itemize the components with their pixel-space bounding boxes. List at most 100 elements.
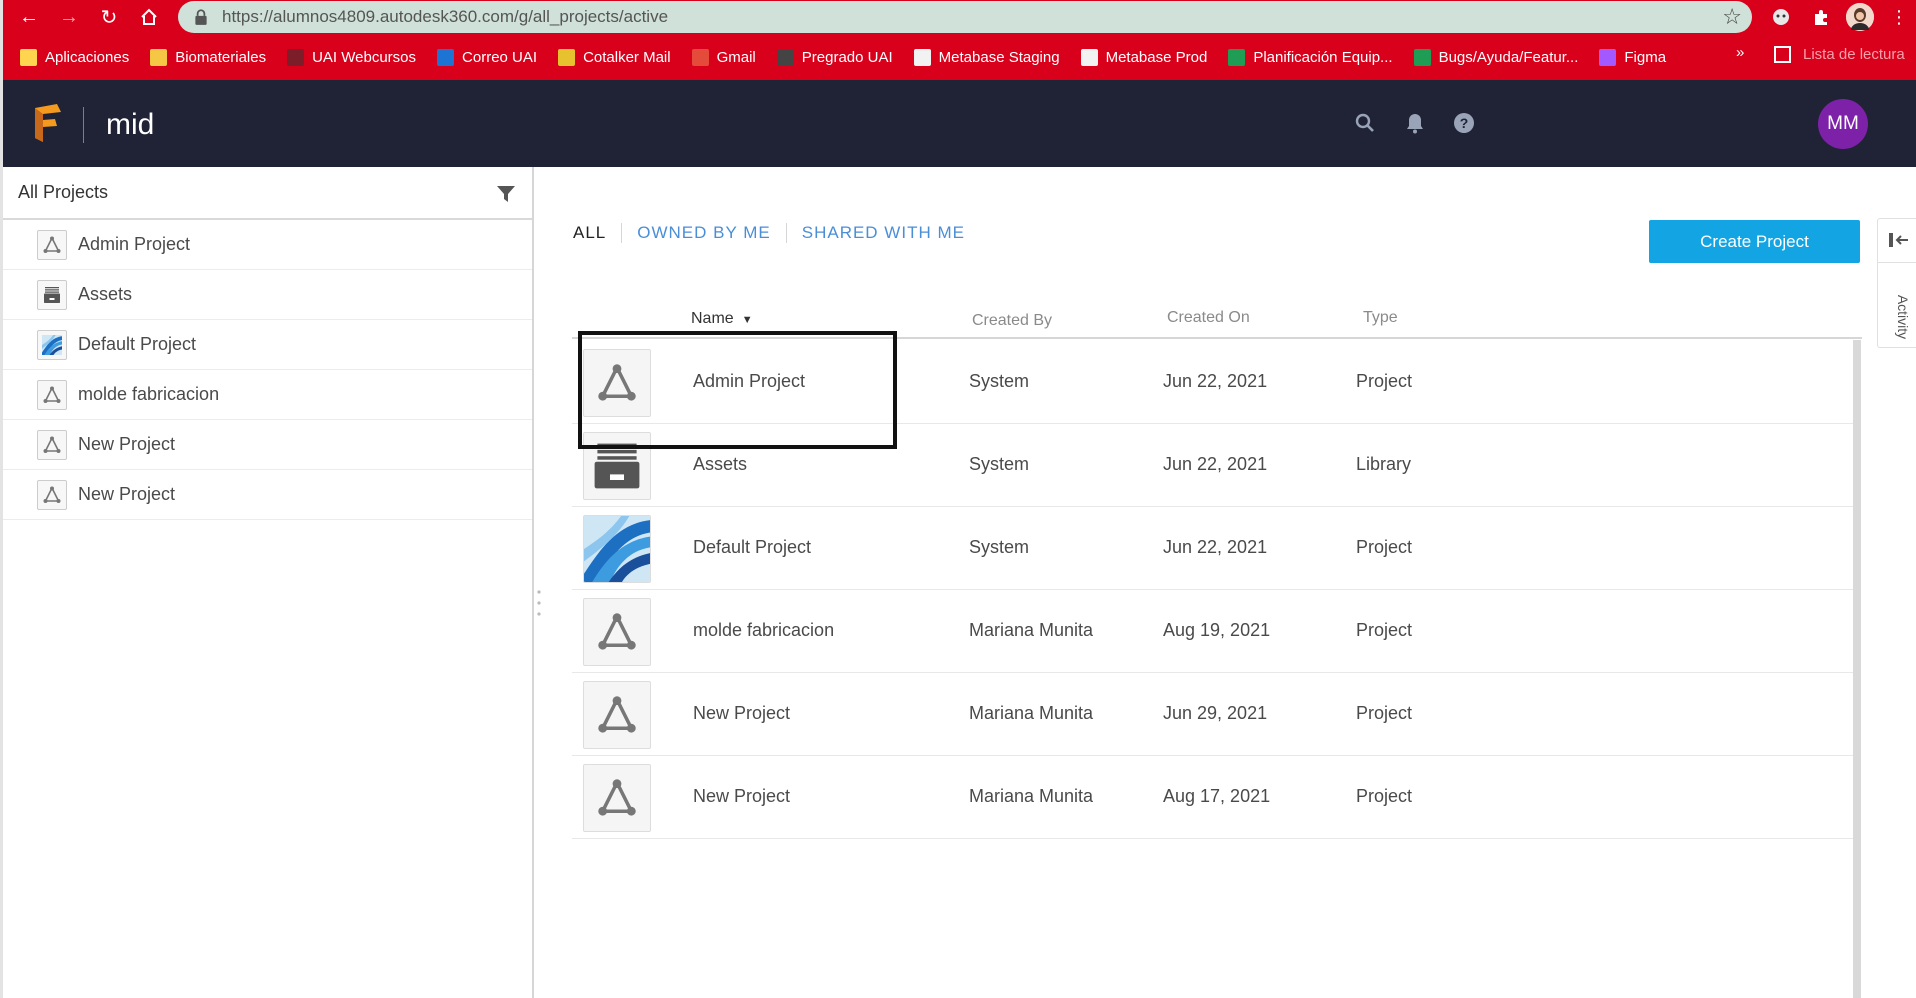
sidebar: All Projects Admin Project Assets Defaul… xyxy=(3,167,534,998)
project-thumbnail[interactable] xyxy=(583,681,651,749)
sidebar-project-thumbnail xyxy=(37,279,67,310)
vertical-scrollbar[interactable] xyxy=(1853,340,1861,998)
created-on-cell: Jun 22, 2021 xyxy=(1163,371,1268,391)
created-by-cell: Mariana Munita xyxy=(969,620,1094,640)
project-name[interactable]: molde fabricacion xyxy=(693,620,834,641)
project-filter-tabs: ALL OWNED BY ME SHARED WITH ME xyxy=(573,223,980,243)
sidebar-project-item[interactable]: Default Project xyxy=(3,320,532,370)
bookmark-favicon-icon xyxy=(776,48,794,66)
sidebar-project-item[interactable]: New Project xyxy=(3,420,532,470)
extension-icon[interactable] xyxy=(1766,2,1796,32)
user-avatar[interactable]: MM xyxy=(1818,99,1868,149)
forward-button[interactable]: → xyxy=(54,2,84,32)
resize-handle[interactable] xyxy=(537,588,541,618)
bookmark-item[interactable]: Bugs/Ayuda/Featur... xyxy=(1413,48,1578,66)
type-cell: Project xyxy=(1356,703,1413,723)
sidebar-project-item[interactable]: Assets xyxy=(3,270,532,320)
table-row[interactable]: New Project Mariana Munita Aug 17, 2021 … xyxy=(572,756,1857,839)
profile-avatar[interactable] xyxy=(1846,3,1874,31)
bookmark-item[interactable]: Aplicaciones xyxy=(20,48,129,66)
column-header-type[interactable]: Type xyxy=(1363,309,1398,327)
column-header-created-on[interactable]: Created On xyxy=(1167,309,1250,327)
fusion-logo-icon[interactable] xyxy=(33,104,63,144)
sidebar-project-item[interactable]: Admin Project xyxy=(3,220,532,270)
bookmark-label: Pregrado UAI xyxy=(801,48,893,66)
bookmark-item[interactable]: Metabase Prod xyxy=(1080,48,1207,66)
project-name[interactable]: Assets xyxy=(693,454,747,475)
bookmark-item[interactable]: Biomateriales xyxy=(150,48,267,66)
project-thumbnail[interactable] xyxy=(583,515,651,583)
project-thumbnail[interactable] xyxy=(583,598,651,666)
sidebar-project-thumbnail xyxy=(37,479,67,510)
bookmark-item[interactable]: Correo UAI xyxy=(437,48,537,66)
created-by-cell: Mariana Munita xyxy=(969,703,1094,723)
project-thumbnail[interactable] xyxy=(583,764,651,832)
filter-icon[interactable] xyxy=(496,185,516,203)
project-name[interactable]: New Project xyxy=(693,786,790,807)
search-icon xyxy=(1355,113,1374,132)
bookmark-star-icon[interactable]: ☆ xyxy=(1722,4,1742,30)
search-button[interactable] xyxy=(1352,110,1378,136)
created-by-cell: Mariana Munita xyxy=(969,786,1094,806)
address-bar[interactable]: https://alumnos4809.autodesk360.com/g/al… xyxy=(178,1,1752,33)
bookmark-favicon-icon xyxy=(1080,48,1098,66)
created-on-cell: Aug 19, 2021 xyxy=(1163,620,1271,640)
hub-name[interactable]: mid xyxy=(106,108,154,142)
notifications-button[interactable] xyxy=(1402,110,1428,136)
tab-all[interactable]: ALL xyxy=(573,223,621,243)
create-project-button[interactable]: Create Project xyxy=(1649,220,1860,263)
type-cell: Project xyxy=(1356,371,1413,391)
app-header: mid ? MM xyxy=(3,80,1916,167)
reading-list-button[interactable]: Lista de lectura xyxy=(1774,46,1905,63)
url-text[interactable]: https://alumnos4809.autodesk360.com/g/al… xyxy=(222,7,668,27)
bookmark-item[interactable]: Figma xyxy=(1599,48,1666,66)
reading-list-icon xyxy=(1774,46,1791,63)
home-button[interactable] xyxy=(134,2,164,32)
bookmark-item[interactable]: Metabase Staging xyxy=(913,48,1060,66)
project-triangle-icon xyxy=(598,696,636,733)
column-header-name[interactable]: Name ▼ xyxy=(691,310,753,328)
table-row[interactable]: New Project Mariana Munita Jun 29, 2021 … xyxy=(572,673,1857,756)
type-cell: Project xyxy=(1356,537,1413,557)
sidebar-project-label: Admin Project xyxy=(78,234,191,254)
bookmark-item[interactable]: UAI Webcursos xyxy=(287,48,416,66)
activity-panel-toggle[interactable]: Activity xyxy=(1877,218,1916,348)
column-header-created-by[interactable]: Created By xyxy=(972,312,1052,330)
created-on-cell: Jun 29, 2021 xyxy=(1163,703,1268,723)
table-row[interactable]: molde fabricacion Mariana Munita Aug 19,… xyxy=(572,590,1857,673)
bookmark-label: Cotalker Mail xyxy=(583,48,671,66)
table-row[interactable]: Default Project System Jun 22, 2021 Proj… xyxy=(572,507,1857,590)
profile-photo-icon xyxy=(1846,3,1874,31)
bookmark-item[interactable]: Planificación Equip... xyxy=(1228,48,1393,66)
sidebar-project-item[interactable]: molde fabricacion xyxy=(3,370,532,420)
bell-icon xyxy=(1407,114,1423,134)
extensions-puzzle-button[interactable] xyxy=(1806,2,1836,32)
back-button[interactable]: ← xyxy=(14,2,44,32)
logo-separator xyxy=(83,107,84,143)
created-by-cell: System xyxy=(969,454,1030,474)
bookmark-item[interactable]: Pregrado UAI xyxy=(776,48,893,66)
bookmark-label: Biomateriales xyxy=(175,48,267,66)
bookmark-favicon-icon xyxy=(20,48,37,66)
help-button[interactable]: ? xyxy=(1451,110,1477,136)
project-triangle-icon xyxy=(43,436,61,453)
bookmark-item[interactable]: Cotalker Mail xyxy=(558,48,671,66)
type-cell: Project xyxy=(1356,620,1413,640)
bookmark-favicon-icon xyxy=(691,48,709,66)
tab-owned-by-me[interactable]: OWNED BY ME xyxy=(621,223,785,243)
project-name[interactable]: New Project xyxy=(693,703,790,724)
sidebar-project-item[interactable]: New Project xyxy=(3,470,532,520)
browser-menu-button[interactable]: ⋮ xyxy=(1884,2,1914,32)
tab-shared-with-me[interactable]: SHARED WITH ME xyxy=(785,223,980,243)
reload-button[interactable]: ↻ xyxy=(94,2,124,32)
project-triangle-icon xyxy=(598,779,636,816)
project-name[interactable]: Default Project xyxy=(693,537,811,558)
bookmarks-overflow-button[interactable]: » xyxy=(1736,44,1744,61)
sidebar-title: All Projects xyxy=(18,182,109,202)
sidebar-project-thumbnail xyxy=(37,329,67,360)
bookmark-label: Metabase Staging xyxy=(938,48,1060,66)
main-content: ALL OWNED BY ME SHARED WITH ME Create Pr… xyxy=(544,167,1880,998)
bookmark-item[interactable]: Gmail xyxy=(691,48,756,66)
activity-label: Activity xyxy=(1895,294,1912,340)
project-triangle-icon xyxy=(43,236,61,253)
